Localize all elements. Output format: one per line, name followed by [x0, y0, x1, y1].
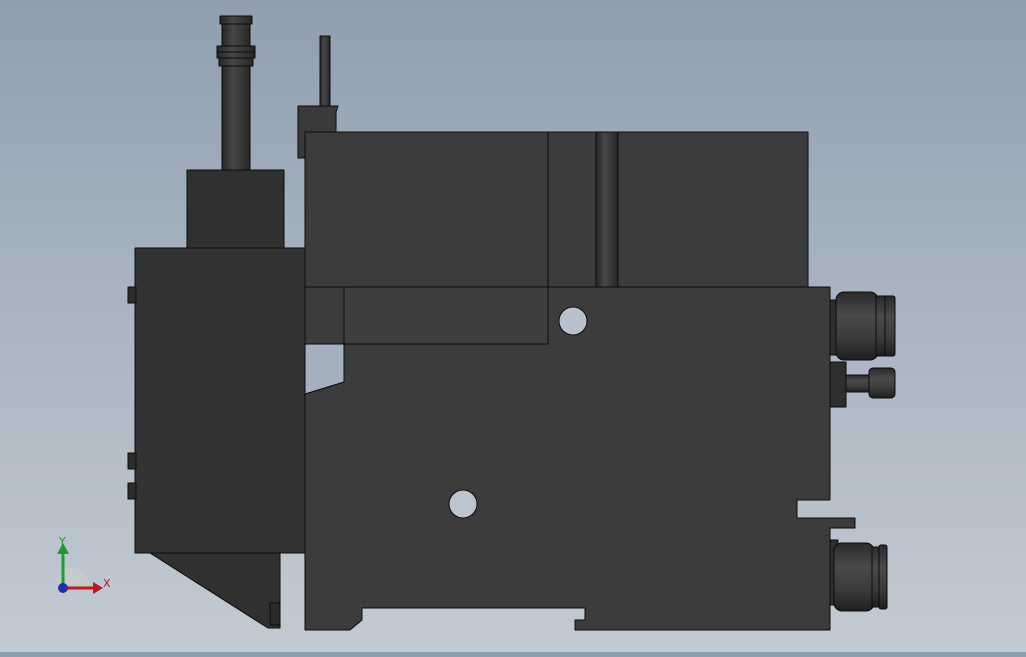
upper-block[interactable] [304, 131, 809, 288]
cad-model-view[interactable]: Y X [0, 0, 1026, 652]
fitting-middle-right[interactable] [829, 361, 896, 408]
mounting-hole-upper[interactable] [558, 306, 588, 336]
x-axis-label: X [103, 577, 111, 590]
motor-housing[interactable] [127, 247, 306, 629]
fitting-upper-right[interactable] [829, 291, 896, 361]
z-axis-dot [58, 583, 68, 593]
coordinate-triad: Y X [57, 535, 111, 594]
fitting-lower-right[interactable] [829, 539, 888, 612]
y-axis-label: Y [58, 535, 66, 548]
graphics-viewport[interactable]: Y X [0, 0, 1026, 652]
x-axis-arrow [93, 582, 103, 594]
motor-cap[interactable] [186, 169, 285, 249]
mounting-hole-lower[interactable] [448, 489, 478, 519]
body-step[interactable] [343, 286, 549, 345]
top-tube[interactable] [216, 15, 256, 171]
